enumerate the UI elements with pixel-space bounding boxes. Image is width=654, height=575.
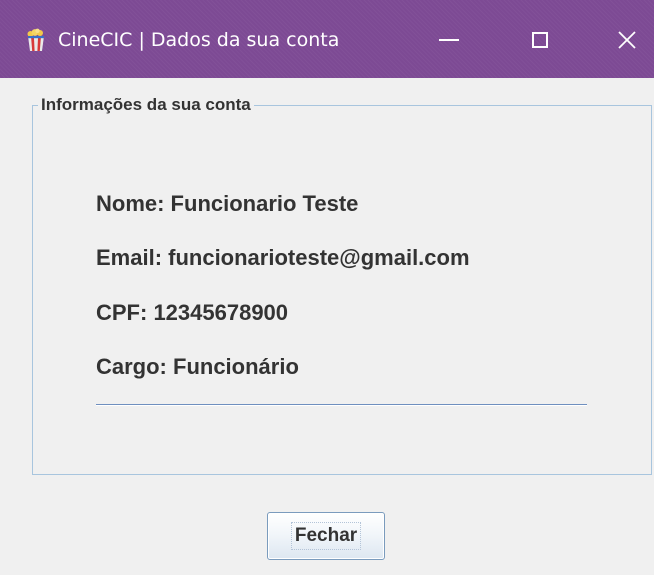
maximize-button[interactable] bbox=[517, 18, 563, 62]
window-title: CineCIC | Dados da sua conta bbox=[58, 29, 340, 51]
maximize-icon bbox=[532, 32, 548, 48]
role-label: Cargo: Funcionário bbox=[96, 354, 299, 379]
name-label: Nome: Funcionario Teste bbox=[96, 191, 359, 216]
close-button[interactable]: Fechar bbox=[267, 512, 385, 560]
cpf-label: CPF: 12345678900 bbox=[96, 300, 289, 325]
cinema-popcorn-icon bbox=[27, 28, 44, 51]
separator bbox=[96, 404, 587, 406]
close-button-label: Fechar bbox=[290, 522, 362, 550]
minimize-icon bbox=[439, 39, 459, 41]
account-details-window: CineCIC | Dados da sua conta Informações… bbox=[0, 0, 654, 575]
account-info-group bbox=[32, 105, 652, 475]
group-title: Informações da sua conta bbox=[38, 94, 254, 116]
close-icon bbox=[618, 31, 636, 49]
email-label: Email: funcionarioteste@gmail.com bbox=[96, 245, 470, 270]
title-bar[interactable]: CineCIC | Dados da sua conta bbox=[0, 0, 654, 78]
close-window-button[interactable] bbox=[604, 18, 650, 62]
minimize-button[interactable] bbox=[426, 18, 472, 62]
